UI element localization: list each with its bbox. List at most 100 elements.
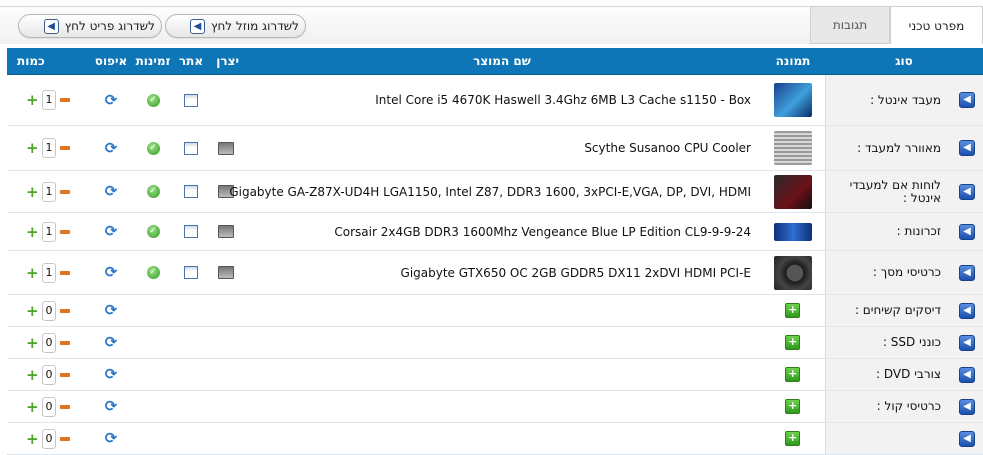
site-cell: [173, 212, 209, 251]
minus-icon[interactable]: [60, 270, 70, 275]
refresh-icon[interactable]: ⟳: [104, 140, 119, 156]
product-name[interactable]: Gigabyte GTX650 OC 2GB GDDR5 DX11 2xDVI …: [243, 250, 761, 295]
add-product-icon[interactable]: +: [785, 431, 801, 446]
tab-comments[interactable]: תגובות: [810, 6, 890, 44]
quantity-cell: +1: [7, 250, 89, 295]
refresh-icon[interactable]: ⟳: [104, 303, 119, 318]
minus-icon[interactable]: [60, 340, 70, 345]
plus-icon[interactable]: +: [26, 264, 39, 282]
window-icon[interactable]: [184, 266, 198, 279]
product-image[interactable]: [773, 174, 812, 209]
plus-icon[interactable]: +: [26, 398, 39, 416]
plus-icon[interactable]: +: [26, 223, 39, 241]
check-circle-icon: ✓: [146, 93, 160, 107]
minus-icon[interactable]: [60, 436, 70, 441]
table-row: ◀ צורבי DVD : + ⟳ +0: [7, 358, 983, 391]
type-cell: ◀ מעבד אינטל :: [824, 74, 983, 126]
reset-cell: ⟳: [89, 422, 133, 455]
arrow-left-icon[interactable]: ◀: [959, 223, 975, 240]
reset-cell: ⟳: [89, 250, 133, 295]
refresh-icon[interactable]: ⟳: [104, 224, 119, 239]
window-icon[interactable]: [184, 225, 198, 238]
product-name[interactable]: Intel Core i5 4670K Haswell 3.4Ghz 6MB L…: [243, 74, 761, 126]
product-name[interactable]: Gigabyte GA-Z87X-UD4H LGA1150, Intel Z87…: [229, 170, 761, 213]
type-cell: ◀: [824, 422, 983, 455]
minus-icon[interactable]: [60, 98, 70, 102]
product-image[interactable]: [773, 83, 812, 117]
top-bar: מפרט טכני תגובות לשדרוג מוזל לחץ ◀ לשדרו…: [0, 0, 983, 44]
monitor-icon[interactable]: [218, 266, 234, 279]
arrow-left-icon[interactable]: ◀: [959, 334, 975, 351]
table-row: ◀ מעבד אינטל : Intel Core i5 4670K Haswel…: [7, 74, 983, 126]
table-row: ◀ כרטיסי קול : + ⟳ +0: [7, 390, 983, 423]
site-cell: [173, 170, 209, 213]
col-header-site: אתר: [173, 48, 209, 75]
minus-icon[interactable]: [60, 189, 70, 194]
arrow-left-icon[interactable]: ◀: [959, 302, 975, 319]
product-name[interactable]: Corsair 2x4GB DDR3 1600Mhz Vengeance Blu…: [243, 212, 761, 251]
availability-cell: ✓: [133, 212, 173, 251]
plus-icon[interactable]: +: [26, 302, 39, 320]
plus-icon[interactable]: +: [26, 430, 39, 448]
tab-tech-specs[interactable]: מפרט טכני: [890, 6, 983, 44]
add-product-icon[interactable]: +: [785, 303, 801, 318]
product-image[interactable]: [773, 255, 812, 290]
window-icon[interactable]: [184, 141, 198, 155]
arrow-left-icon[interactable]: ◀: [959, 430, 975, 447]
quantity-value: 1: [42, 138, 56, 158]
plus-icon[interactable]: +: [26, 183, 39, 201]
plus-icon[interactable]: +: [26, 91, 39, 109]
product-name: [243, 422, 761, 455]
availability-cell: [133, 422, 173, 455]
minus-icon[interactable]: [60, 308, 70, 313]
reset-cell: ⟳: [89, 170, 133, 213]
arrow-left-icon[interactable]: ◀: [959, 366, 975, 383]
arrow-left-icon[interactable]: ◀: [959, 140, 975, 156]
upgrade-premium-button[interactable]: לשדרוג פריט לחץ ◀: [18, 14, 162, 38]
quantity-value: 0: [42, 332, 56, 353]
refresh-icon[interactable]: ⟳: [104, 265, 119, 280]
type-label: כרטיסי מסך :: [872, 265, 941, 279]
arrow-left-icon[interactable]: ◀: [959, 183, 975, 200]
refresh-icon[interactable]: ⟳: [104, 431, 119, 446]
reset-cell: ⟳: [89, 212, 133, 251]
monitor-icon[interactable]: [218, 225, 234, 238]
quantity-cell: +0: [7, 422, 89, 455]
refresh-icon[interactable]: ⟳: [104, 367, 119, 382]
refresh-icon[interactable]: ⟳: [104, 399, 119, 414]
minus-icon[interactable]: [60, 404, 70, 409]
quantity-cell: +0: [7, 358, 89, 391]
type-label: צורבי DVD :: [876, 367, 941, 381]
add-product-icon[interactable]: +: [785, 335, 801, 350]
refresh-icon[interactable]: ⟳: [104, 335, 119, 350]
product-image[interactable]: [773, 222, 812, 241]
refresh-icon[interactable]: ⟳: [104, 92, 119, 108]
product-name: [243, 326, 761, 359]
availability-cell: ✓: [133, 250, 173, 295]
add-product-icon[interactable]: +: [785, 367, 801, 382]
plus-icon[interactable]: +: [26, 366, 39, 384]
monitor-icon[interactable]: [218, 141, 234, 155]
arrow-left-icon[interactable]: ◀: [959, 398, 975, 415]
refresh-icon[interactable]: ⟳: [104, 184, 119, 199]
add-product-icon[interactable]: +: [785, 399, 801, 414]
quantity-value: 0: [42, 364, 56, 385]
arrow-left-icon[interactable]: ◀: [959, 264, 975, 281]
minus-icon[interactable]: [60, 146, 70, 150]
window-icon[interactable]: [184, 185, 198, 198]
arrow-left-icon[interactable]: ◀: [959, 92, 975, 108]
manufacturer-cell: [209, 390, 243, 423]
product-name[interactable]: Scythe Susanoo CPU Cooler: [243, 125, 761, 171]
col-header-quantity: כמות: [7, 48, 89, 75]
minus-icon[interactable]: [60, 372, 70, 377]
col-header-reset: איפוס: [89, 48, 133, 75]
upgrade-budget-button[interactable]: לשדרוג מוזל לחץ ◀: [165, 14, 306, 38]
window-icon[interactable]: [184, 93, 198, 107]
plus-icon[interactable]: +: [26, 139, 39, 157]
plus-icon[interactable]: +: [26, 334, 39, 352]
image-cell: [761, 212, 825, 251]
minus-icon[interactable]: [60, 229, 70, 234]
type-label: דיסקים קשיחים :: [854, 303, 941, 317]
type-label: מאוורר למעבד :: [857, 140, 941, 155]
product-image[interactable]: [773, 131, 812, 165]
